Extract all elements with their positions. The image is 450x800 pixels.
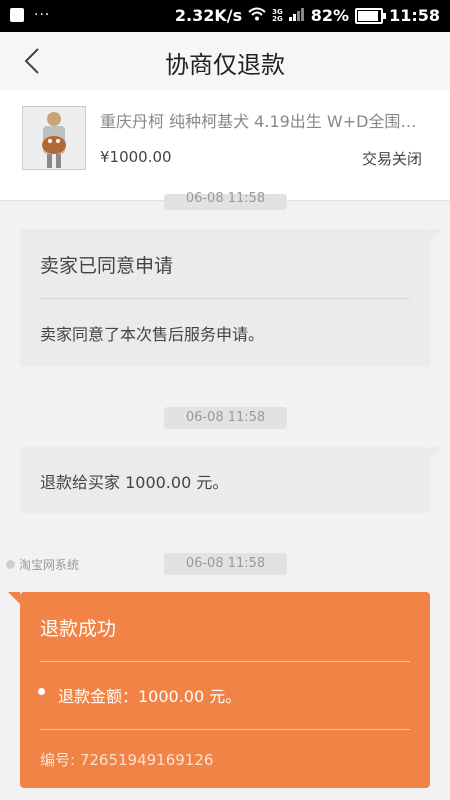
refund-id: 编号: 72651949169126 [40, 751, 214, 769]
divider [40, 729, 410, 730]
message-bubble-refund: 退款给买家 1000.00 元。 [20, 447, 442, 513]
timestamp: 06-08 11:58 [164, 553, 287, 575]
battery-percent: 82% [310, 6, 350, 25]
system-sender: 淘宝网系统 [6, 556, 79, 573]
trade-status: 交易关闭 [361, 150, 422, 168]
bullet-icon [38, 688, 45, 695]
clock: 11:58 [389, 6, 440, 25]
refund-success-card: 退款成功 退款金额：1000.00 元。 编号: 72651949169126 [8, 592, 430, 788]
message-bubble-seller-agree: 卖家已同意申请 卖家同意了本次售后服务申请。 [20, 229, 442, 367]
notification-icon [10, 8, 24, 22]
timestamp: 06-08 11:58 [164, 192, 287, 210]
divider [40, 661, 410, 662]
signal-icon [288, 6, 305, 25]
divider [40, 298, 410, 299]
message-title: 卖家已同意申请 [40, 255, 174, 277]
message-text: 退款给买家 1000.00 元。 [40, 473, 229, 492]
product-price: ¥1000.00 [100, 148, 172, 166]
navigation-bar: 协商仅退款 [0, 32, 450, 91]
timestamp: 06-08 11:58 [164, 407, 287, 429]
product-thumbnail[interactable] [22, 106, 86, 170]
message-title: 退款成功 [40, 618, 117, 640]
wifi-icon [248, 6, 266, 25]
network-speed: 2.32K/s [174, 6, 243, 25]
message-text: 卖家同意了本次售后服务申请。 [40, 325, 265, 344]
battery-icon [355, 7, 387, 24]
sender-label: 淘宝网系统 [19, 558, 80, 572]
product-title[interactable]: 重庆丹柯 纯种柯基犬 4.19出生 W+D全围脖… [100, 108, 430, 132]
product-card[interactable]: 重庆丹柯 纯种柯基犬 4.19出生 W+D全围脖… ¥1000.00 交易关闭 [0, 90, 450, 201]
status-bar: ··· 2.32K/s 3G 2G 82% 11:58 [0, 0, 450, 32]
network-type: 3G 2G [272, 7, 283, 23]
avatar [6, 560, 15, 569]
page-title: 协商仅退款 [165, 51, 285, 79]
refund-amount: 退款金额：1000.00 元。 [58, 687, 242, 706]
more-notifications-icon: ··· [34, 7, 51, 23]
